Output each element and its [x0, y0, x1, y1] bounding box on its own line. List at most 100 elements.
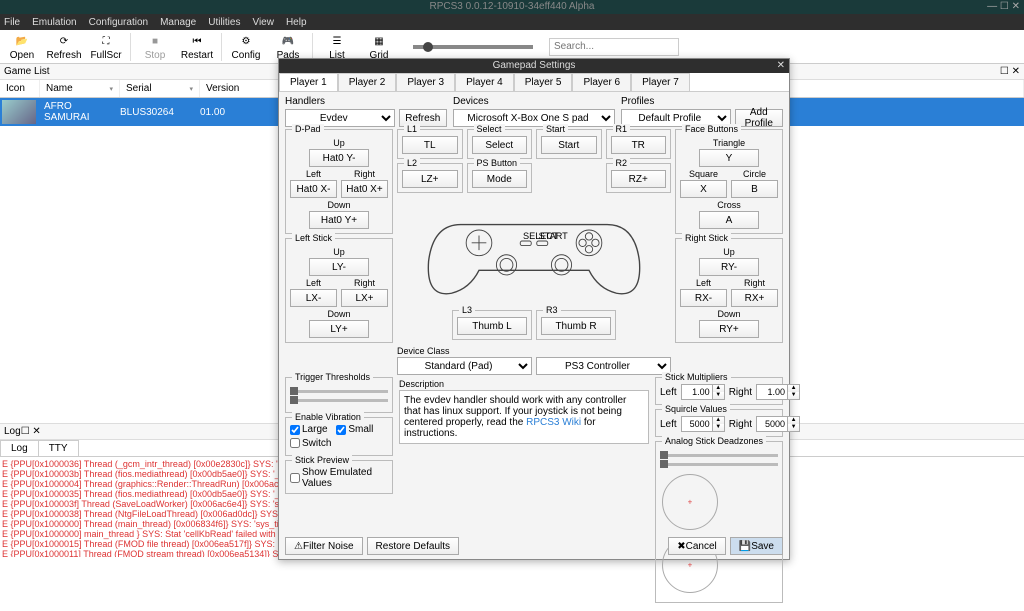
close-icon[interactable]: ☐ ✕ [1000, 66, 1020, 77]
tab-player2[interactable]: Player 2 [338, 73, 397, 91]
device-class-select[interactable]: Standard (Pad) [397, 357, 532, 375]
refresh-icon: ⟳ [55, 32, 73, 50]
select-button[interactable]: Select [472, 136, 528, 154]
menu-view[interactable]: View [252, 17, 274, 28]
trigger-slider-l[interactable] [290, 390, 388, 393]
tab-tty[interactable]: TTY [38, 440, 79, 456]
deadzone-slider-r[interactable] [660, 463, 778, 466]
gamepad-settings-dialog: Gamepad Settings✕ Player 1 Player 2 Play… [278, 58, 790, 560]
rstick-up-button[interactable]: RY- [699, 258, 759, 276]
cross-button[interactable]: A [699, 211, 759, 229]
restore-defaults-button[interactable]: Restore Defaults [367, 537, 459, 555]
emulated-checkbox[interactable]: Show Emulated Values [290, 467, 382, 489]
tab-player1[interactable]: Player 1 [279, 73, 338, 91]
config-button[interactable]: ⚙Config [228, 32, 264, 61]
save-button[interactable]: 💾 Save [730, 537, 783, 555]
device-class2-select[interactable]: PS3 Controller [536, 357, 671, 375]
deadzone-circle-left [662, 474, 718, 530]
ps-button[interactable]: Mode [472, 170, 528, 188]
lstick-down-button[interactable]: LY+ [309, 320, 369, 338]
start-button[interactable]: Start [541, 136, 597, 154]
refresh-button[interactable]: ⟳Refresh [46, 32, 82, 61]
svg-text:START: START [539, 231, 569, 241]
stop-icon: ■ [146, 32, 164, 50]
profiles-label: Profiles [621, 96, 783, 107]
devices-label: Devices [453, 96, 615, 107]
list-button[interactable]: ☰List [319, 32, 355, 61]
lstick-left-button[interactable]: LX- [290, 289, 337, 307]
r3-button[interactable]: Thumb R [541, 317, 611, 335]
menu-help[interactable]: Help [286, 17, 307, 28]
tab-player4[interactable]: Player 4 [455, 73, 514, 91]
filter-noise-button[interactable]: ⚠ Filter Noise [285, 537, 363, 555]
fullscreen-icon: ⛶ [97, 32, 115, 50]
pads-button[interactable]: 🎮Pads [270, 32, 306, 61]
dpad-down-button[interactable]: Hat0 Y+ [309, 211, 369, 229]
game-version: 01.00 [194, 107, 231, 118]
trigger-slider-r[interactable] [290, 399, 388, 402]
search-input[interactable] [549, 38, 679, 56]
zoom-slider[interactable] [413, 45, 533, 49]
square-button[interactable]: X [680, 180, 727, 198]
game-serial: BLUS30264 [114, 107, 194, 118]
game-thumbnail [2, 100, 36, 124]
col-serial[interactable]: Serial▾ [120, 80, 200, 97]
fullscreen-button[interactable]: ⛶FullScr [88, 32, 124, 61]
sq-left-input[interactable] [681, 416, 713, 432]
menu-utilities[interactable]: Utilities [208, 17, 240, 28]
tab-player7[interactable]: Player 7 [631, 73, 690, 91]
grid-icon: ▦ [370, 32, 388, 50]
l1-button[interactable]: TL [402, 136, 458, 154]
close-icon[interactable]: ☐ ✕ [21, 426, 41, 437]
dialog-title: Gamepad Settings✕ [279, 59, 789, 73]
gamepad-icon: 🎮 [279, 32, 297, 50]
tab-player6[interactable]: Player 6 [572, 73, 631, 91]
switch-checkbox[interactable]: Switch [290, 438, 331, 449]
r1-button[interactable]: TR [611, 136, 667, 154]
wiki-link[interactable]: RPCS3 Wiki [526, 417, 581, 428]
restart-button[interactable]: ⏮Restart [179, 32, 215, 61]
circle-button[interactable]: B [731, 180, 778, 198]
lstick-up-button[interactable]: LY- [309, 258, 369, 276]
rstick-left-button[interactable]: RX- [680, 289, 727, 307]
window-titlebar: RPCS3 0.0.12-10910-34eff440 Alpha — ☐ ✕ [0, 0, 1024, 14]
list-icon: ☰ [328, 32, 346, 50]
menu-emulation[interactable]: Emulation [32, 17, 76, 28]
l3-button[interactable]: Thumb L [457, 317, 527, 335]
tab-player3[interactable]: Player 3 [396, 73, 455, 91]
r2-button[interactable]: RZ+ [611, 170, 667, 188]
sq-right-input[interactable] [756, 416, 788, 432]
triangle-button[interactable]: Y [699, 149, 759, 167]
lstick-right-button[interactable]: LX+ [341, 289, 388, 307]
handlers-label: Handlers [285, 96, 447, 107]
add-profile-button[interactable]: Add Profile [735, 109, 783, 127]
grid-button[interactable]: ▦Grid [361, 32, 397, 61]
open-button[interactable]: 📂Open [4, 32, 40, 61]
dpad-up-button[interactable]: Hat0 Y- [309, 149, 369, 167]
dpad-left-button[interactable]: Hat0 X- [290, 180, 337, 198]
small-checkbox[interactable]: Small [336, 424, 373, 435]
window-controls[interactable]: — ☐ ✕ [987, 0, 1020, 14]
rstick-right-button[interactable]: RX+ [731, 289, 778, 307]
config-icon: ⚙ [237, 32, 255, 50]
menu-configuration[interactable]: Configuration [89, 17, 148, 28]
large-checkbox[interactable]: Large [290, 424, 328, 435]
menu-manage[interactable]: Manage [160, 17, 196, 28]
dpad-right-button[interactable]: Hat0 X+ [341, 180, 388, 198]
mult-right-input[interactable] [756, 384, 788, 400]
stop-button[interactable]: ■Stop [137, 32, 173, 61]
tab-player5[interactable]: Player 5 [514, 73, 573, 91]
mult-left-input[interactable] [681, 384, 713, 400]
col-name[interactable]: Name▾ [40, 80, 120, 97]
cancel-button[interactable]: ✖ Cancel [668, 537, 726, 555]
description-text: The evdev handler should work with any c… [399, 390, 649, 444]
menubar: File Emulation Configuration Manage Util… [0, 14, 1024, 30]
deadzone-slider-l[interactable] [660, 454, 778, 457]
col-icon[interactable]: Icon [0, 80, 40, 97]
tab-log[interactable]: Log [0, 440, 39, 456]
l2-button[interactable]: LZ+ [402, 170, 458, 188]
rstick-down-button[interactable]: RY+ [699, 320, 759, 338]
gamepad-illustration: SELECTSTART [397, 197, 671, 307]
close-icon[interactable]: ✕ [777, 59, 785, 73]
menu-file[interactable]: File [4, 17, 20, 28]
